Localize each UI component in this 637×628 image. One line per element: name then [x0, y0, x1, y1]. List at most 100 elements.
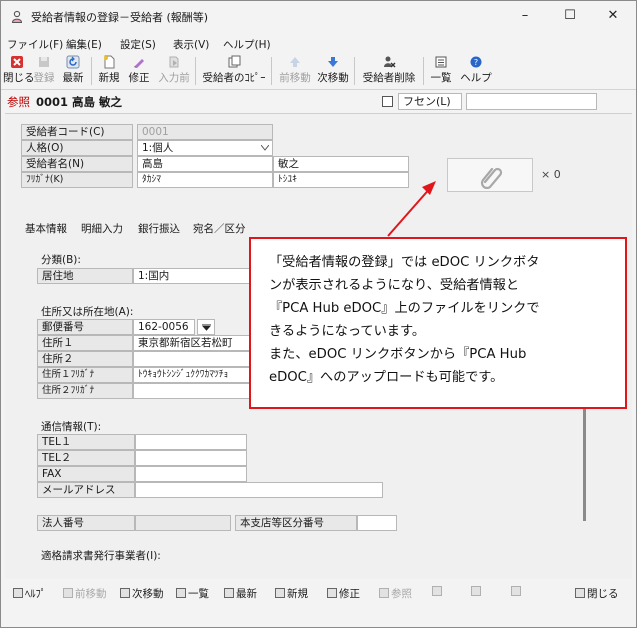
callout-line: 『PCA Hub eDOC』上のファイルをリンクで	[269, 301, 540, 316]
postal-field[interactable]: 162-0056	[133, 319, 195, 335]
fusen-label: フセン(L)	[398, 93, 462, 110]
fusen-checkbox[interactable]	[382, 96, 393, 107]
fkey-reference[interactable]: 参照	[379, 586, 412, 601]
fkey-icon	[575, 588, 585, 598]
fkey-refresh[interactable]: 最新	[224, 586, 257, 601]
edit-button[interactable]: 修正	[125, 53, 153, 87]
fax-field[interactable]	[135, 466, 247, 482]
fkey-new-label: 新規	[287, 588, 308, 600]
tab-basic-info[interactable]: 基本情報	[25, 221, 67, 236]
addr2-field[interactable]	[133, 351, 251, 367]
fkey-prev[interactable]: 前移動	[63, 586, 107, 601]
name-last-field[interactable]: 高島	[137, 156, 273, 172]
help-button[interactable]: ? ヘルプ	[459, 53, 493, 87]
addr2-label: 住所２	[37, 351, 133, 367]
fkey-icon	[63, 588, 73, 598]
delete-recipient-button-label: 受給者削除	[362, 72, 416, 84]
addr2-kana-field[interactable]	[133, 383, 251, 399]
name-first-field[interactable]: 敏之	[273, 156, 409, 172]
toolbar-separator	[91, 57, 92, 85]
list-button-label: 一覧	[430, 72, 452, 84]
close-window-button[interactable]: ✕	[591, 4, 635, 28]
name-label: 受給者名(N)	[21, 156, 133, 172]
fkey-edit-label: 修正	[339, 588, 360, 600]
prev-button[interactable]: 前移動	[277, 53, 313, 87]
tel1-field[interactable]	[135, 434, 247, 450]
menu-view[interactable]: 表示(V)	[173, 37, 209, 52]
kind-select[interactable]: 1:個人	[137, 140, 273, 156]
undo-icon	[169, 56, 179, 68]
minimize-button[interactable]: –	[503, 4, 547, 28]
down-arrow-icon	[328, 57, 338, 67]
edoc-link-button[interactable]	[447, 158, 533, 192]
mail-field[interactable]	[135, 482, 383, 498]
fkey-list[interactable]: 一覧	[176, 586, 209, 601]
callout-line: ンが表示されるようになり、受給者情報と	[269, 278, 520, 293]
next-button-label: 次移動	[317, 72, 349, 84]
fkey-icon	[511, 586, 521, 596]
fusen-input[interactable]	[466, 93, 597, 110]
fkey-f11	[511, 586, 523, 598]
addr1-field[interactable]: 東京都新宿区若松町	[133, 335, 251, 351]
kana-first-field[interactable]: ﾄｼﾕｷ	[273, 172, 409, 188]
addr1-kana-label: 住所１ﾌﾘｶﾞﾅ	[37, 367, 133, 383]
fkey-edit[interactable]: 修正	[327, 586, 360, 601]
undo-input-button[interactable]: 入力前	[157, 53, 191, 87]
postal-dropdown-button[interactable]	[197, 319, 215, 335]
maximize-button[interactable]: ☐	[548, 4, 592, 28]
delete-recipient-button[interactable]: 受給者削除	[358, 53, 420, 87]
fkey-f9	[432, 586, 444, 598]
close-button[interactable]: 閉じる	[3, 53, 35, 87]
fkey-next[interactable]: 次移動	[120, 586, 164, 601]
tab-bank-transfer[interactable]: 銀行振込	[138, 221, 180, 236]
help-button-label: ヘルプ	[460, 72, 492, 84]
fkey-reference-label: 参照	[391, 588, 412, 600]
title-bar: 受給者情報の登録－受給者 (報酬等) – ☐ ✕	[1, 1, 636, 31]
fkey-list-label: 一覧	[188, 588, 209, 600]
new-button[interactable]: 新規	[95, 53, 123, 87]
reference-bar: 参照 0001 高島 敏之 フセン(L)	[1, 89, 636, 111]
callout-line: きるようになっています。	[269, 324, 426, 339]
callout-line: 「受給者情報の登録」では eDOC リンクボタ	[269, 255, 540, 270]
fkey-new[interactable]: 新規	[275, 586, 308, 601]
refresh-button[interactable]: 最新	[59, 53, 87, 87]
menu-bar: ファイル(F) 編集(E) 設定(S) 表示(V) ヘルプ(H)	[1, 35, 636, 53]
save-button[interactable]: 登録	[31, 53, 57, 87]
menu-file[interactable]: ファイル(F)	[7, 37, 63, 52]
reference-value: 0001 高島 敏之	[36, 95, 123, 109]
svg-text:?: ?	[474, 58, 478, 67]
fkey-next-label: 次移動	[132, 588, 164, 600]
fkey-icon	[120, 588, 130, 598]
corp-no-field[interactable]	[135, 515, 231, 531]
callout-box: 「受給者情報の登録」では eDOC リンクボタ ンが表示されるようになり、受給者…	[249, 237, 627, 409]
menu-edit[interactable]: 編集(E)	[66, 37, 102, 52]
fax-label: FAX	[37, 466, 135, 482]
list-button[interactable]: 一覧	[427, 53, 455, 87]
copy-recipient-button[interactable]: 受給者のｺﾋﾟｰ	[200, 53, 268, 87]
menu-settings[interactable]: 設定(S)	[120, 37, 156, 52]
tel2-field[interactable]	[135, 450, 247, 466]
tel1-label: TEL１	[37, 434, 135, 450]
kind-select-value: 1:個人	[142, 142, 174, 154]
fkey-help-label: ﾍﾙﾌﾟ	[25, 588, 46, 600]
invoice-title: 適格請求書発行事業者(I):	[41, 550, 161, 562]
prev-button-label: 前移動	[279, 72, 311, 84]
copy-recipient-button-label: 受給者のｺﾋﾟｰ	[202, 72, 266, 84]
refresh-icon	[66, 55, 80, 69]
window-title: 受給者情報の登録－受給者 (報酬等)	[31, 11, 209, 24]
code-field[interactable]: 0001	[137, 124, 273, 140]
tab-address-category[interactable]: 宛名／区分	[193, 221, 246, 236]
addr1-kana-field[interactable]: ﾄｳｷｮｳﾄｼﾝｼﾞｭｸｸﾜｶﾏﾂﾁｮ	[133, 367, 251, 383]
tab-detail-input[interactable]: 明細入力	[81, 221, 123, 236]
kana-last-field[interactable]: ﾀｶｼﾏ	[137, 172, 273, 188]
branch-field[interactable]	[357, 515, 397, 531]
person-app-icon	[11, 10, 23, 23]
fkey-close[interactable]: 閉じる	[575, 586, 619, 601]
residence-select[interactable]: 1:国内	[133, 268, 251, 284]
fkey-icon	[176, 588, 186, 598]
next-button[interactable]: 次移動	[315, 53, 351, 87]
fkey-help[interactable]: ﾍﾙﾌﾟ	[13, 586, 46, 601]
edit-icon	[134, 59, 144, 68]
menu-help[interactable]: ヘルプ(H)	[223, 37, 271, 52]
toolbar-separator	[354, 57, 355, 85]
